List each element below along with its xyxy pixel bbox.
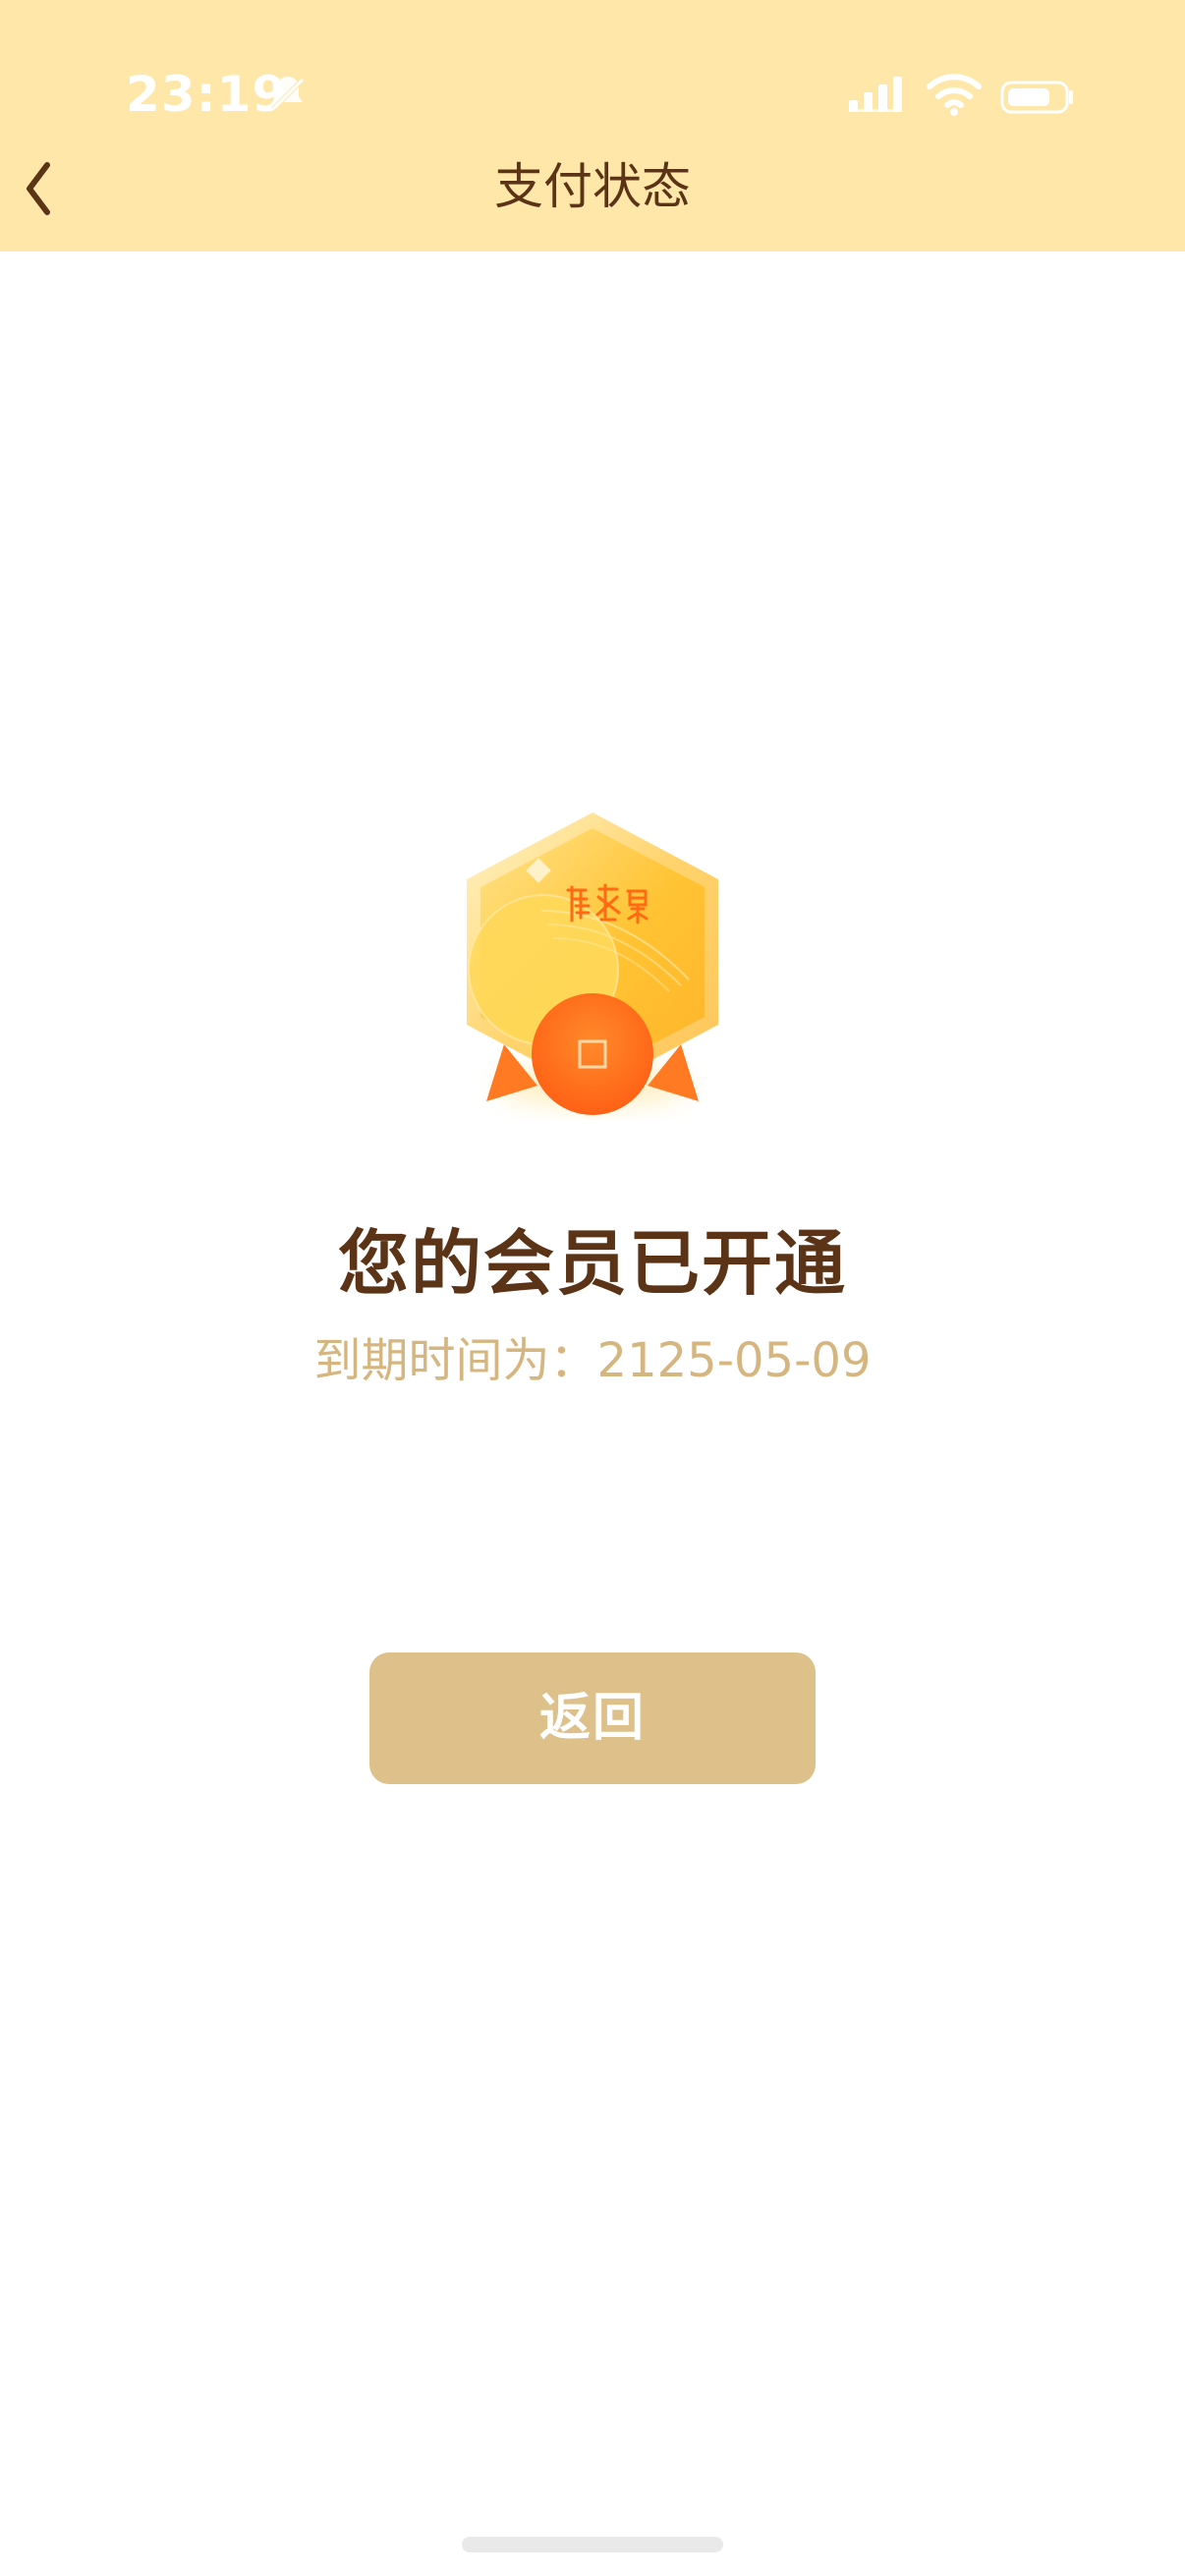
expire-label: 到期时间为： xyxy=(313,1333,597,1388)
coin-icon xyxy=(532,993,653,1115)
expire-date: 2125-05-09 xyxy=(596,1333,872,1388)
signal-icon xyxy=(849,77,902,112)
expire-info: 到期时间为：2125-05-09 xyxy=(0,1328,1185,1393)
success-title: 您的会员已开通 xyxy=(337,1222,847,1305)
page-title: 支付状态 xyxy=(494,158,691,215)
status-time: 23:19 xyxy=(126,66,288,123)
return-button[interactable]: 返回 xyxy=(369,1652,816,1784)
silent-icon xyxy=(271,77,305,111)
top-bar: 23:19 支付状态 xyxy=(0,0,1185,252)
wifi-icon xyxy=(927,74,982,116)
membership-medal-icon xyxy=(467,812,718,1115)
home-indicator xyxy=(462,2537,723,2552)
membership-badge xyxy=(437,801,748,1135)
battery-icon xyxy=(1000,81,1073,114)
